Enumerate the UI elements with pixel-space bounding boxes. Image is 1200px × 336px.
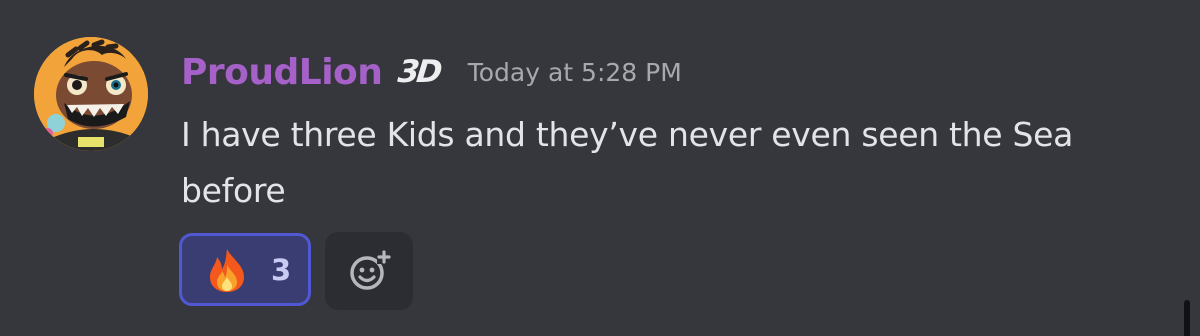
message-header: ProudLion 3D Today at 5:28 PM bbox=[181, 42, 682, 102]
scrollbar-thumb[interactable] bbox=[1184, 300, 1190, 336]
username[interactable]: ProudLion bbox=[181, 52, 383, 93]
message-content: I have three Kids and they’ve never even… bbox=[181, 115, 1074, 210]
add-reaction-button[interactable] bbox=[325, 232, 413, 310]
reactions-bar: 3 bbox=[179, 232, 413, 310]
message-timestamp[interactable]: Today at 5:28 PM bbox=[468, 58, 682, 87]
smile-plus-icon bbox=[350, 250, 391, 290]
reaction-fire[interactable]: 3 bbox=[179, 233, 311, 306]
chat-message: ProudLion 3D Today at 5:28 PM I have thr… bbox=[0, 0, 1200, 336]
cartoon-lion-avatar-icon bbox=[34, 37, 148, 151]
server-tag-badge[interactable]: 3D bbox=[397, 54, 442, 90]
fire-emoji-icon bbox=[210, 248, 244, 292]
reaction-count: 3 bbox=[271, 252, 292, 287]
user-avatar[interactable] bbox=[34, 37, 148, 151]
